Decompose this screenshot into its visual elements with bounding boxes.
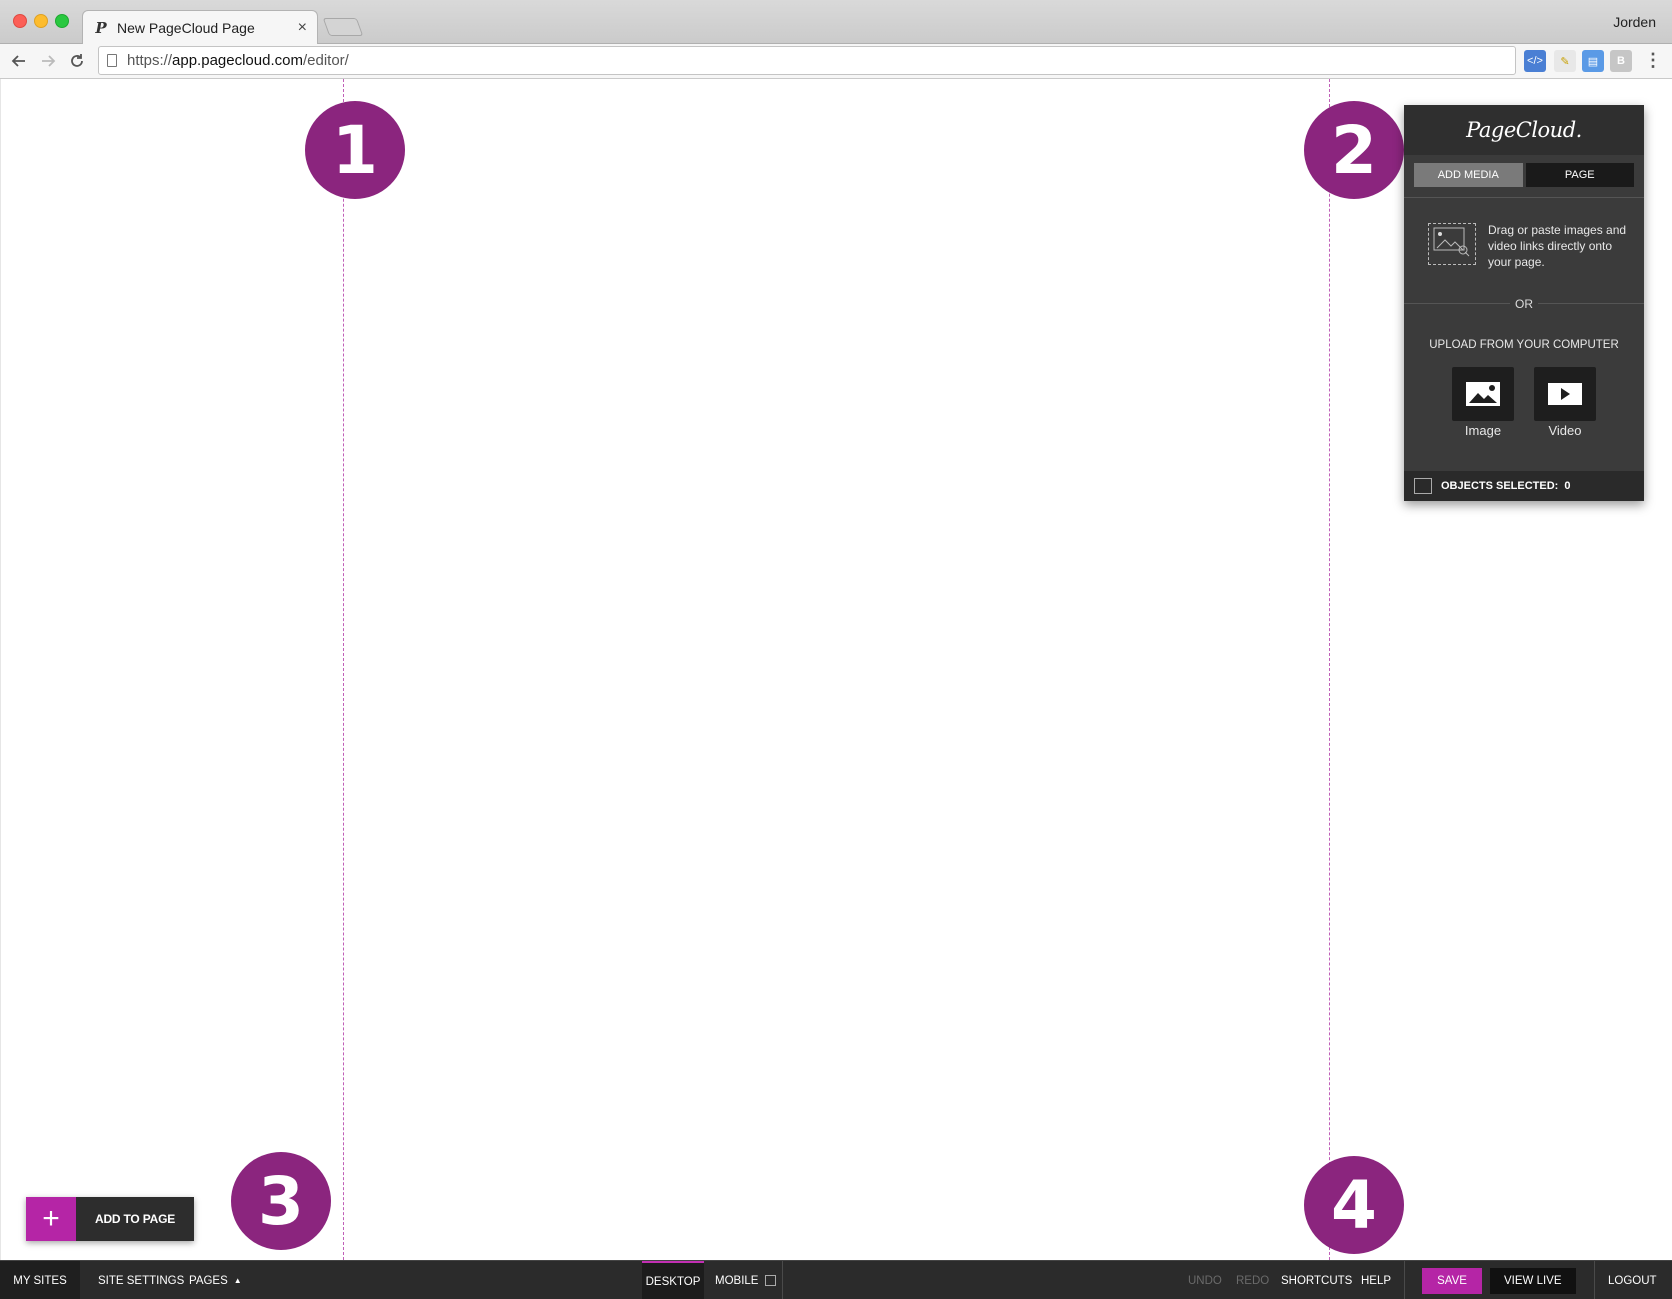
desktop-view-button[interactable]: DESKTOP bbox=[642, 1261, 704, 1299]
shortcuts-button[interactable]: SHORTCUTS bbox=[1281, 1261, 1352, 1299]
objects-selected-bar: OBJECTS SELECTED: 0 bbox=[1404, 471, 1644, 501]
extension-b-icon[interactable]: B bbox=[1610, 50, 1632, 72]
mobile-view-button[interactable]: MOBILE bbox=[715, 1261, 777, 1299]
forward-arrow-icon[interactable] bbox=[37, 50, 59, 72]
logout-button[interactable]: LOGOUT bbox=[1608, 1261, 1657, 1299]
mobile-checkbox[interactable] bbox=[765, 1275, 777, 1286]
drop-instructions: Drag or paste images and video links dir… bbox=[1488, 223, 1627, 269]
divider bbox=[1404, 1261, 1405, 1299]
editor-bottom-bar: MY SITES SITE SETTINGS PAGES ▲ DESKTOP M… bbox=[0, 1260, 1672, 1299]
video-icon bbox=[1548, 383, 1582, 405]
url-text: https://app.pagecloud.com/editor/ bbox=[127, 52, 349, 69]
browser-tab[interactable]: P New PageCloud Page × bbox=[82, 10, 318, 45]
panel-tabs: ADD MEDIA PAGE bbox=[1414, 163, 1634, 187]
or-label: OR bbox=[1510, 297, 1538, 311]
extension-eyedropper-icon[interactable]: ✎ bbox=[1554, 50, 1576, 72]
objects-selected-label: OBJECTS SELECTED: bbox=[1441, 480, 1559, 492]
minimize-window-button[interactable] bbox=[34, 14, 48, 28]
image-icon bbox=[1466, 382, 1500, 406]
drop-image-icon bbox=[1428, 223, 1476, 265]
upload-image-button[interactable] bbox=[1452, 367, 1514, 421]
callout-2: 2 bbox=[1304, 101, 1404, 199]
pagecloud-favicon-icon: P bbox=[95, 19, 107, 37]
divider bbox=[782, 1261, 783, 1299]
back-arrow-icon[interactable] bbox=[8, 50, 30, 72]
right-page-guide bbox=[1329, 79, 1330, 1260]
browser-titlebar: P New PageCloud Page × Jorden bbox=[0, 0, 1672, 45]
browser-menu-icon[interactable]: ⋮ bbox=[1644, 50, 1662, 71]
upload-heading: UPLOAD FROM YOUR COMPUTER bbox=[1429, 339, 1619, 351]
divider bbox=[1404, 197, 1644, 198]
close-window-button[interactable] bbox=[13, 14, 27, 28]
tab-close-icon[interactable]: × bbox=[298, 19, 307, 37]
extension-code-icon[interactable]: </> bbox=[1524, 50, 1546, 72]
callout-4: 4 bbox=[1304, 1156, 1404, 1254]
pages-label: PAGES bbox=[189, 1274, 228, 1287]
video-label: Video bbox=[1548, 423, 1582, 438]
profile-name[interactable]: Jorden bbox=[1613, 14, 1656, 30]
mobile-label: MOBILE bbox=[715, 1274, 759, 1287]
add-media-panel: PageCloud. ADD MEDIA PAGE Drag or paste … bbox=[1404, 105, 1644, 501]
address-bar[interactable]: https://app.pagecloud.com/editor/ bbox=[98, 46, 1516, 75]
page-info-icon[interactable] bbox=[107, 54, 117, 67]
zoom-window-button[interactable] bbox=[55, 14, 69, 28]
caret-up-icon: ▲ bbox=[233, 1276, 242, 1285]
tab-title: New PageCloud Page bbox=[117, 20, 255, 36]
left-page-guide bbox=[343, 79, 344, 1260]
callout-3: 3 bbox=[231, 1152, 331, 1250]
tab-add-media[interactable]: ADD MEDIA bbox=[1414, 163, 1523, 187]
divider bbox=[1594, 1261, 1595, 1299]
app-root: P New PageCloud Page × Jorden https://ap… bbox=[0, 0, 1672, 1299]
save-button[interactable]: SAVE bbox=[1422, 1268, 1482, 1294]
pages-menu-button[interactable]: PAGES ▲ bbox=[189, 1261, 242, 1299]
image-label: Image bbox=[1464, 423, 1502, 438]
upload-video-button[interactable] bbox=[1534, 367, 1596, 421]
add-to-page-button[interactable]: + ADD TO PAGE bbox=[26, 1197, 194, 1241]
help-button[interactable]: HELP bbox=[1361, 1261, 1391, 1299]
add-to-page-label: ADD TO PAGE bbox=[94, 1212, 176, 1226]
reload-icon[interactable] bbox=[66, 50, 88, 72]
objects-selected-count: 0 bbox=[1564, 480, 1571, 492]
browser-toolbar: https://app.pagecloud.com/editor/ </> ✎ … bbox=[0, 44, 1672, 79]
redo-button[interactable]: REDO bbox=[1236, 1261, 1269, 1299]
view-live-button[interactable]: VIEW LIVE bbox=[1490, 1268, 1576, 1294]
callout-1: 1 bbox=[305, 101, 405, 199]
site-settings-button[interactable]: SITE SETTINGS bbox=[98, 1261, 184, 1299]
my-sites-button[interactable]: MY SITES bbox=[0, 1261, 80, 1299]
tab-page[interactable]: PAGE bbox=[1525, 163, 1634, 187]
pagecloud-logo: PageCloud. bbox=[1404, 105, 1644, 155]
undo-button[interactable]: UNDO bbox=[1188, 1261, 1222, 1299]
new-tab-button[interactable] bbox=[322, 18, 364, 36]
plus-icon: + bbox=[26, 1197, 76, 1241]
extension-window-icon[interactable]: ▤ bbox=[1582, 50, 1604, 72]
selection-frame-icon bbox=[1414, 478, 1432, 494]
